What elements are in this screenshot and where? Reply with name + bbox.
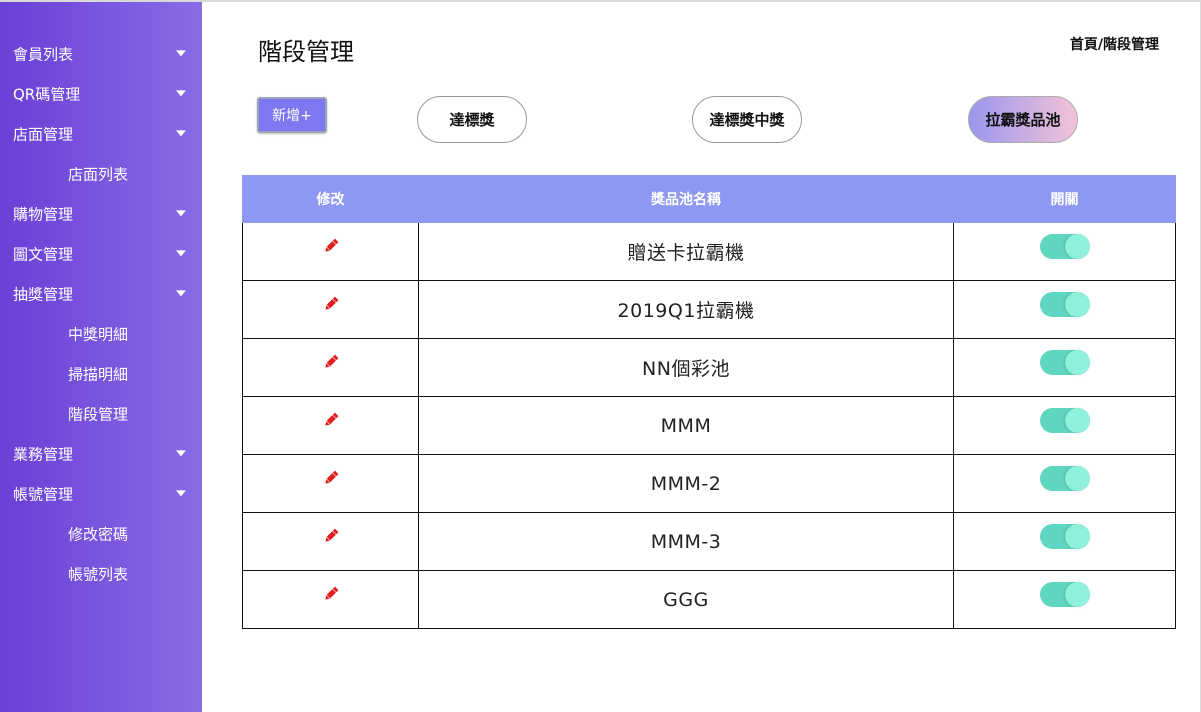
sidebar-item-label: 店面列表 — [68, 165, 129, 184]
sidebar-item-label: 抽獎管理 — [13, 285, 74, 304]
caret-down-icon[interactable] — [176, 450, 186, 457]
pencil-icon[interactable] — [322, 353, 340, 371]
toggle-switch[interactable] — [1039, 292, 1090, 317]
sidebar-item-label: 中獎明細 — [68, 325, 129, 344]
table-row: MMM-3 — [242, 513, 1176, 571]
sidebar-subitem[interactable]: 階段管理 — [0, 394, 202, 434]
sidebar: 會員列表 QR碼管理店面管理店面列表購物管理圖文管理抽獎管理中獎明細掃描明細階段管… — [0, 2, 202, 712]
toggle-knob — [1064, 524, 1090, 549]
tab-target-prize-winners[interactable]: 達標獎中獎 — [692, 96, 802, 143]
sidebar-item-label: 階段管理 — [68, 405, 129, 424]
edit-cell — [243, 223, 419, 280]
sidebar-item-label: 修改密碼 — [68, 525, 129, 544]
switch-cell — [954, 513, 1175, 570]
caret-down-icon[interactable] — [176, 490, 186, 497]
edit-cell — [243, 339, 419, 396]
switch-cell — [954, 571, 1175, 628]
sidebar-subitem[interactable]: 中獎明細 — [0, 314, 202, 354]
sidebar-item[interactable]: 購物管理 — [0, 194, 202, 234]
toggle-switch[interactable] — [1039, 582, 1090, 607]
sidebar-item[interactable]: 會員列表 — [0, 34, 202, 74]
sidebar-subitem[interactable]: 店面列表 — [0, 154, 202, 194]
page-title: 階段管理 — [258, 38, 354, 66]
sidebar-item[interactable]: 帳號管理 — [0, 474, 202, 514]
breadcrumb[interactable]: 首頁/階段管理 — [1070, 34, 1159, 54]
tab-target-prize[interactable]: 達標獎 — [417, 96, 527, 143]
prize-pool-name: GGG — [419, 571, 954, 628]
table-row: 2019Q1拉霸機 — [242, 281, 1176, 339]
caret-down-icon[interactable] — [176, 90, 186, 97]
toggle-knob — [1064, 292, 1090, 317]
sidebar-item-label: 掃描明細 — [68, 365, 129, 384]
edit-cell — [243, 455, 419, 512]
caret-down-icon[interactable] — [176, 130, 186, 137]
prize-pool-name: NN個彩池 — [419, 339, 954, 396]
sidebar-item-label: 業務管理 — [13, 445, 74, 464]
sidebar-item-label: 會員列表 — [13, 45, 74, 64]
sidebar-item[interactable]: 抽獎管理 — [0, 274, 202, 314]
table-row: 贈送卡拉霸機 — [242, 223, 1176, 281]
table-row: GGG — [242, 571, 1176, 629]
sidebar-item[interactable]: 圖文管理 — [0, 234, 202, 274]
sidebar-item-label: 帳號列表 — [68, 565, 129, 584]
pencil-icon[interactable] — [322, 469, 340, 487]
edit-cell — [243, 281, 419, 338]
caret-down-icon[interactable] — [176, 290, 186, 297]
table-row: MMM-2 — [242, 455, 1176, 513]
toggle-knob — [1064, 350, 1090, 375]
toggle-switch[interactable] — [1039, 524, 1090, 549]
column-header-edit: 修改 — [316, 192, 345, 208]
prize-pool-name: 贈送卡拉霸機 — [419, 223, 954, 280]
toggle-switch[interactable] — [1039, 466, 1090, 491]
pencil-icon[interactable] — [322, 585, 340, 603]
toggle-switch[interactable] — [1039, 234, 1090, 259]
sidebar-item-label: 帳號管理 — [13, 485, 74, 504]
table-row: MMM — [242, 397, 1176, 455]
table-header: 修改 獎品池名稱 開關 — [242, 175, 1176, 223]
column-header-switch: 開關 — [1050, 192, 1079, 208]
sidebar-item-label: 圖文管理 — [13, 245, 74, 264]
switch-cell — [954, 223, 1175, 280]
sidebar-item[interactable]: 業務管理 — [0, 434, 202, 474]
prize-pool-name: MMM — [419, 397, 954, 454]
prize-pool-name: MMM-3 — [419, 513, 954, 570]
toggle-knob — [1064, 408, 1090, 433]
add-button[interactable]: 新增+ — [257, 97, 327, 133]
sidebar-item-label: 店面管理 — [13, 125, 74, 144]
caret-down-icon[interactable] — [176, 50, 186, 57]
sidebar-subitem[interactable]: 帳號列表 — [0, 554, 202, 594]
pencil-icon[interactable] — [322, 295, 340, 313]
sidebar-subitem[interactable]: 掃描明細 — [0, 354, 202, 394]
sidebar-subitem[interactable]: 修改密碼 — [0, 514, 202, 554]
pencil-icon[interactable] — [322, 237, 340, 255]
caret-down-icon[interactable] — [176, 250, 186, 257]
toggle-switch[interactable] — [1039, 408, 1090, 433]
column-header-name: 獎品池名稱 — [651, 192, 721, 208]
switch-cell — [954, 339, 1175, 396]
switch-cell — [954, 455, 1175, 512]
switch-cell — [954, 281, 1175, 338]
pencil-icon[interactable] — [322, 527, 340, 545]
table-body: 贈送卡拉霸機 2019Q1拉霸機 NN個彩池 MMM MMM-2 MMM-3 GGG — [242, 223, 1176, 629]
sidebar-item-label: QR碼管理 — [13, 85, 81, 104]
table-row: NN個彩池 — [242, 339, 1176, 397]
switch-cell — [954, 397, 1175, 454]
toggle-knob — [1064, 234, 1090, 259]
tab-slot-prize-pool[interactable]: 拉霸獎品池 — [968, 96, 1078, 143]
pencil-icon[interactable] — [322, 411, 340, 429]
toggle-knob — [1064, 466, 1090, 491]
prize-pool-table: 修改 獎品池名稱 開關 贈送卡拉霸機 2019Q1拉霸機 NN個彩池 MMM MMM-2… — [242, 175, 1176, 629]
edit-cell — [243, 397, 419, 454]
edit-cell — [243, 571, 419, 628]
sidebar-item-label: 購物管理 — [13, 205, 74, 224]
toggle-knob — [1064, 582, 1090, 607]
caret-down-icon[interactable] — [176, 210, 186, 217]
toggle-switch[interactable] — [1039, 350, 1090, 375]
sidebar-item[interactable]: QR碼管理 — [0, 74, 202, 114]
edit-cell — [243, 513, 419, 570]
sidebar-item[interactable]: 店面管理 — [0, 114, 202, 154]
prize-pool-name: MMM-2 — [419, 455, 954, 512]
prize-pool-name: 2019Q1拉霸機 — [419, 281, 954, 338]
